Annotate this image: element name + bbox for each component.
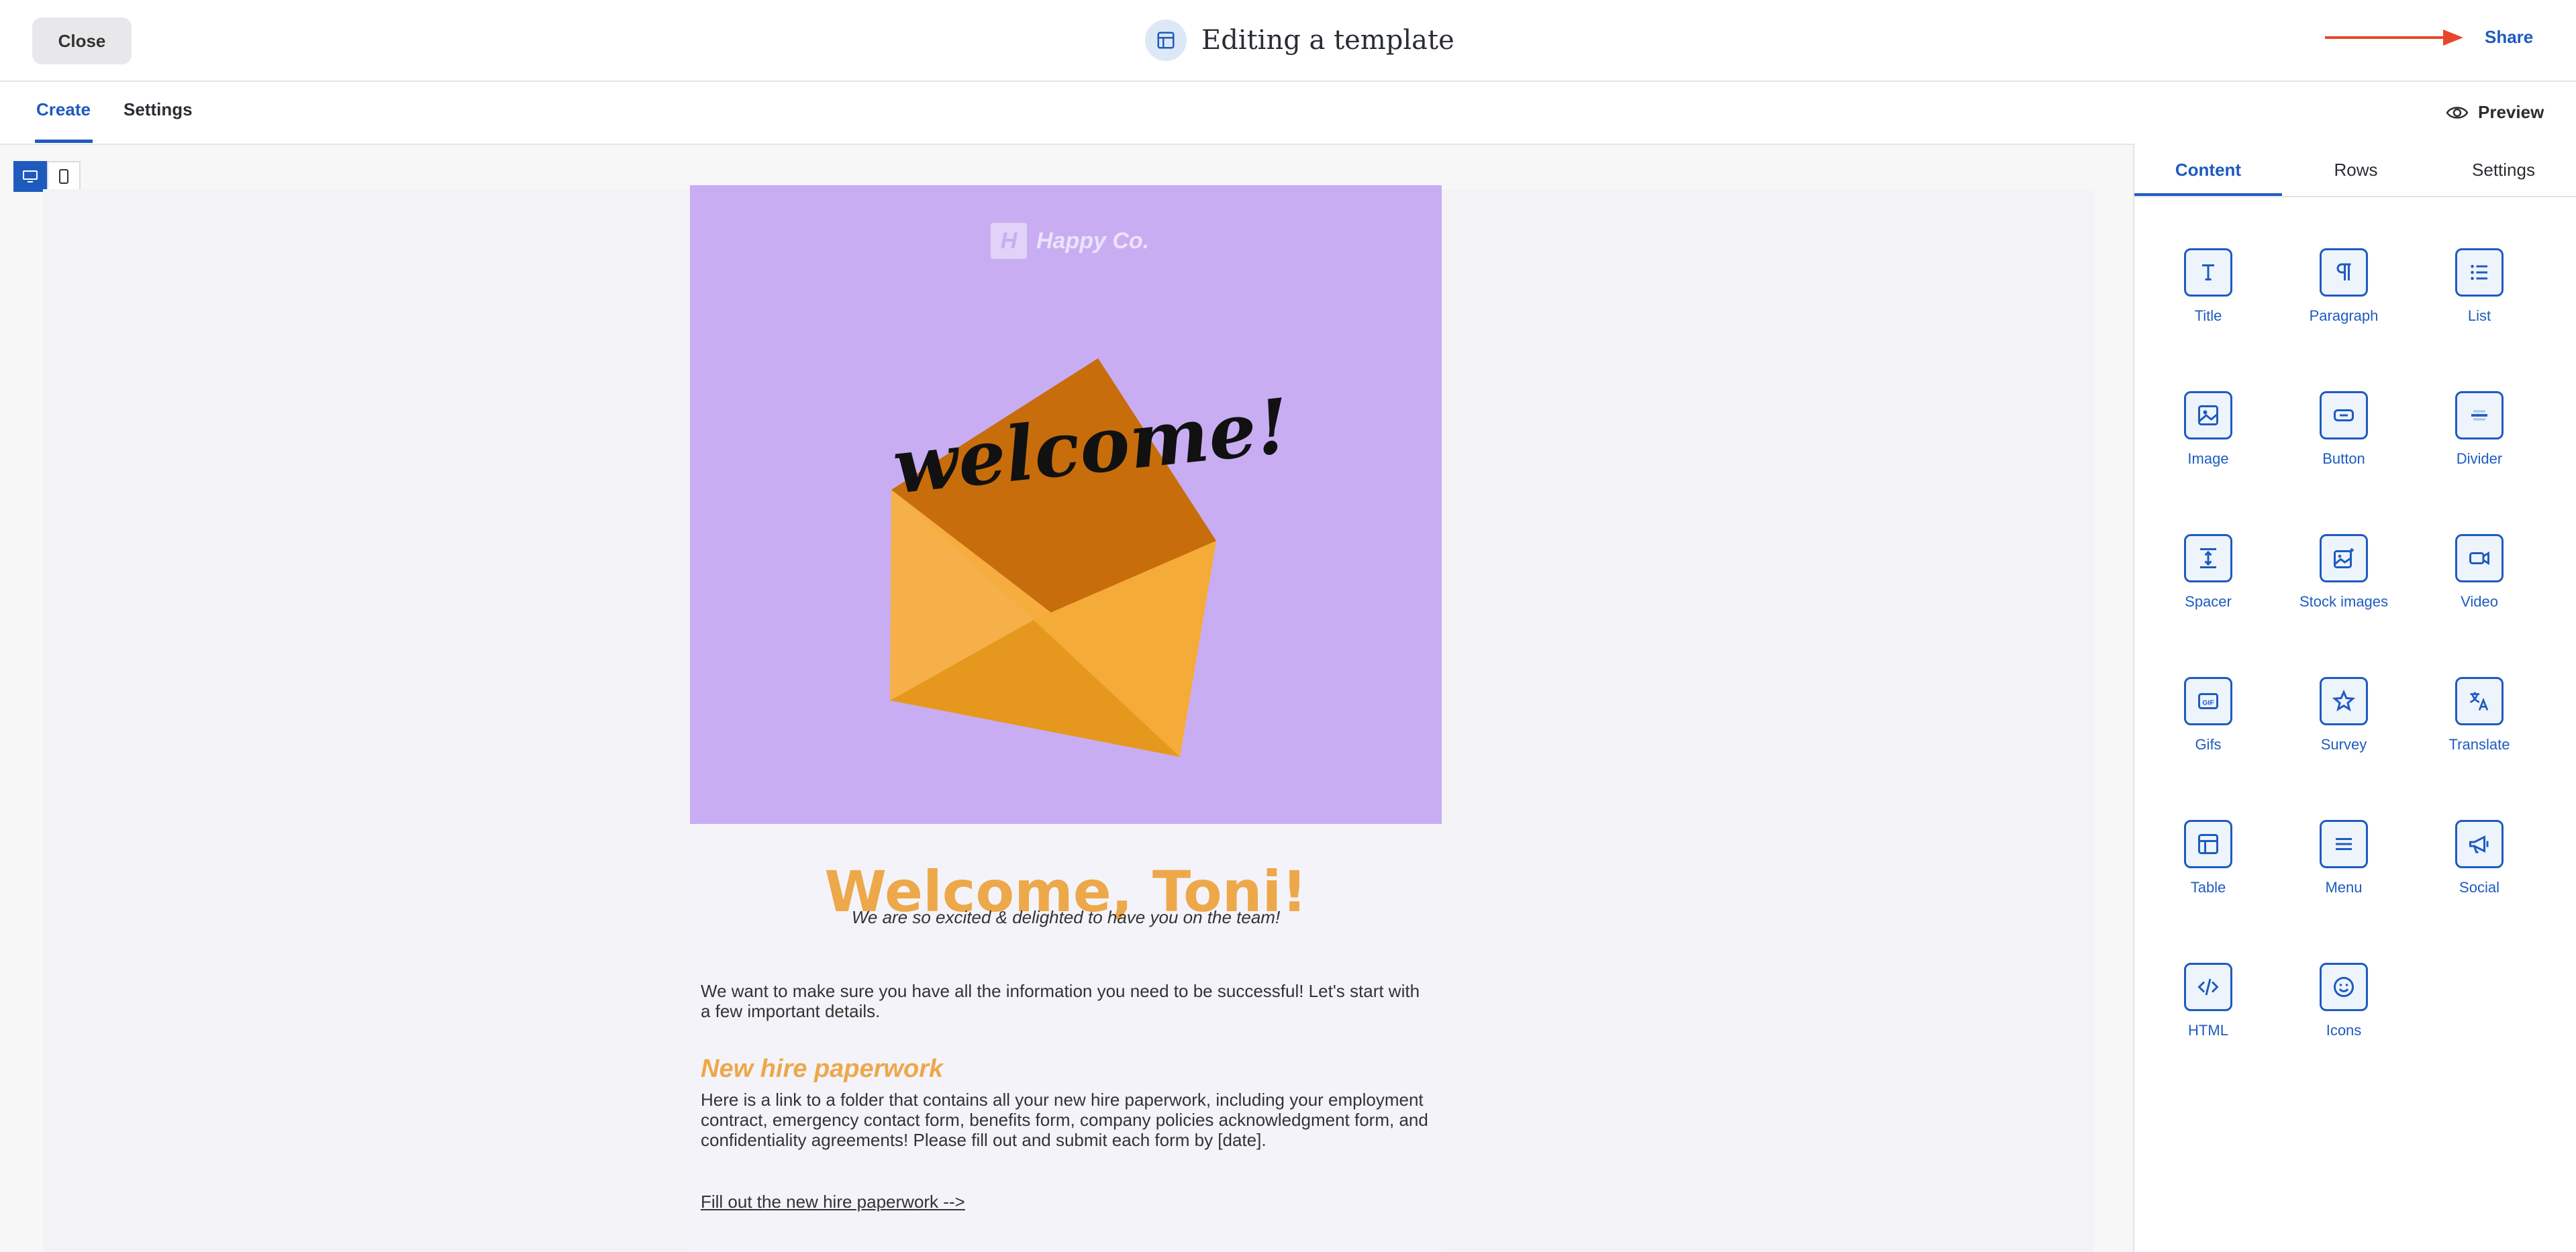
content-tile-menu[interactable]: Menu bbox=[2277, 820, 2411, 941]
content-tile-spacer[interactable]: Spacer bbox=[2141, 534, 2275, 655]
tile-label: Video bbox=[2461, 593, 2498, 610]
tile-label: Gifs bbox=[2195, 736, 2222, 753]
tile-label: List bbox=[2467, 307, 2491, 324]
device-toggle bbox=[13, 161, 81, 192]
content-tile-stock-images[interactable]: Stock images bbox=[2277, 534, 2411, 655]
tile-label: Menu bbox=[2325, 879, 2363, 896]
tile-label: Image bbox=[2187, 450, 2229, 467]
arrow-right-icon bbox=[2325, 30, 2463, 46]
desktop-icon bbox=[23, 170, 38, 182]
mobile-icon bbox=[59, 169, 68, 184]
title-icon bbox=[2184, 248, 2232, 297]
tile-label: Button bbox=[2322, 450, 2365, 467]
content-tile-gifs[interactable]: GIF Gifs bbox=[2141, 677, 2275, 798]
panel-tab-settings[interactable]: Settings bbox=[2430, 160, 2576, 180]
close-button[interactable]: Close bbox=[32, 17, 132, 64]
logo-text: Happy Co. bbox=[1036, 227, 1150, 254]
panel-tab-indicator bbox=[2134, 193, 2282, 196]
content-tile-list[interactable]: List bbox=[2412, 248, 2546, 369]
email-subheading[interactable]: We are so excited & delighted to have yo… bbox=[690, 907, 1442, 928]
paragraph-icon bbox=[2320, 248, 2368, 297]
panel-tab-rows[interactable]: Rows bbox=[2282, 160, 2430, 180]
envelope-illustration: welcome! bbox=[889, 358, 1293, 757]
content-tile-social[interactable]: Social bbox=[2412, 820, 2546, 941]
section-paragraph[interactable]: Here is a link to a folder that contains… bbox=[701, 1090, 1432, 1150]
tile-label: Table bbox=[2190, 879, 2226, 896]
logo-mark-icon: H bbox=[991, 223, 1027, 259]
section-title[interactable]: New hire paperwork bbox=[701, 1055, 943, 1084]
gif-icon: GIF bbox=[2184, 677, 2232, 725]
tile-label: Translate bbox=[2448, 736, 2510, 753]
active-tab-indicator bbox=[35, 140, 93, 143]
intro-paragraph[interactable]: We want to make sure you have all the in… bbox=[701, 981, 1432, 1021]
content-tile-html[interactable]: HTML bbox=[2141, 963, 2275, 1084]
content-tile-video[interactable]: Video bbox=[2412, 534, 2546, 655]
smiley-icon bbox=[2320, 963, 2368, 1011]
tile-label: Icons bbox=[2326, 1022, 2362, 1039]
star-icon bbox=[2320, 677, 2368, 725]
tile-label: Spacer bbox=[2185, 593, 2232, 610]
eye-icon bbox=[2446, 106, 2469, 119]
brand-logo: H Happy Co. bbox=[991, 223, 1149, 259]
panel-tab-content[interactable]: Content bbox=[2134, 160, 2282, 180]
tab-create[interactable]: Create bbox=[36, 99, 91, 120]
hero-section[interactable]: welcome! H Happy Co. bbox=[690, 185, 1442, 824]
page-title: Editing a template bbox=[1201, 25, 1454, 56]
content-tile-button[interactable]: Button bbox=[2277, 391, 2411, 512]
menu-icon bbox=[2320, 820, 2368, 868]
email-preview[interactable]: welcome! H Happy Co. Welcome, Toni! We a… bbox=[690, 185, 1442, 1252]
content-tile-icons[interactable]: Icons bbox=[2277, 963, 2411, 1084]
code-icon bbox=[2184, 963, 2232, 1011]
content-panel: Content Rows Settings Title Paragraph Li… bbox=[2133, 144, 2576, 1252]
divider-icon bbox=[2455, 391, 2504, 439]
megaphone-icon bbox=[2455, 820, 2504, 868]
spacer-icon bbox=[2184, 534, 2232, 582]
list-icon bbox=[2455, 248, 2504, 297]
content-tile-title[interactable]: Title bbox=[2141, 248, 2275, 369]
share-button[interactable]: Share bbox=[2485, 27, 2533, 48]
content-tile-divider[interactable]: Divider bbox=[2412, 391, 2546, 512]
tile-label: Social bbox=[2459, 879, 2499, 896]
translate-icon bbox=[2455, 677, 2504, 725]
content-tile-survey[interactable]: Survey bbox=[2277, 677, 2411, 798]
svg-text:GIF: GIF bbox=[2202, 698, 2214, 707]
title-group: Editing a template bbox=[1145, 19, 1454, 62]
editor-tab-bar: Create Settings Preview bbox=[0, 82, 2576, 145]
desktop-view-button[interactable] bbox=[13, 161, 47, 192]
content-tile-paragraph[interactable]: Paragraph bbox=[2277, 248, 2411, 369]
content-tile-image[interactable]: Image bbox=[2141, 391, 2275, 512]
tile-label: Stock images bbox=[2299, 593, 2389, 610]
stock-images-icon bbox=[2320, 534, 2368, 582]
tile-label: Divider bbox=[2456, 450, 2503, 467]
tile-label: HTML bbox=[2188, 1022, 2228, 1039]
table-icon bbox=[2184, 820, 2232, 868]
preview-label: Preview bbox=[2478, 102, 2544, 122]
content-tile-translate[interactable]: Translate bbox=[2412, 677, 2546, 798]
tab-settings[interactable]: Settings bbox=[123, 99, 193, 120]
mobile-view-button[interactable] bbox=[47, 161, 81, 192]
tile-label: Paragraph bbox=[2309, 307, 2379, 324]
image-icon bbox=[2184, 391, 2232, 439]
template-icon bbox=[1145, 19, 1187, 61]
tile-label: Survey bbox=[2320, 736, 2367, 753]
tile-label: Title bbox=[2194, 307, 2222, 324]
panel-tabs: Content Rows Settings bbox=[2134, 144, 2576, 197]
top-bar: Close Editing a template Share bbox=[0, 0, 2576, 82]
paperwork-link[interactable]: Fill out the new hire paperwork --> bbox=[701, 1192, 965, 1212]
content-tile-table[interactable]: Table bbox=[2141, 820, 2275, 941]
button-icon bbox=[2320, 391, 2368, 439]
video-icon bbox=[2455, 534, 2504, 582]
preview-button[interactable]: Preview bbox=[2446, 102, 2544, 123]
